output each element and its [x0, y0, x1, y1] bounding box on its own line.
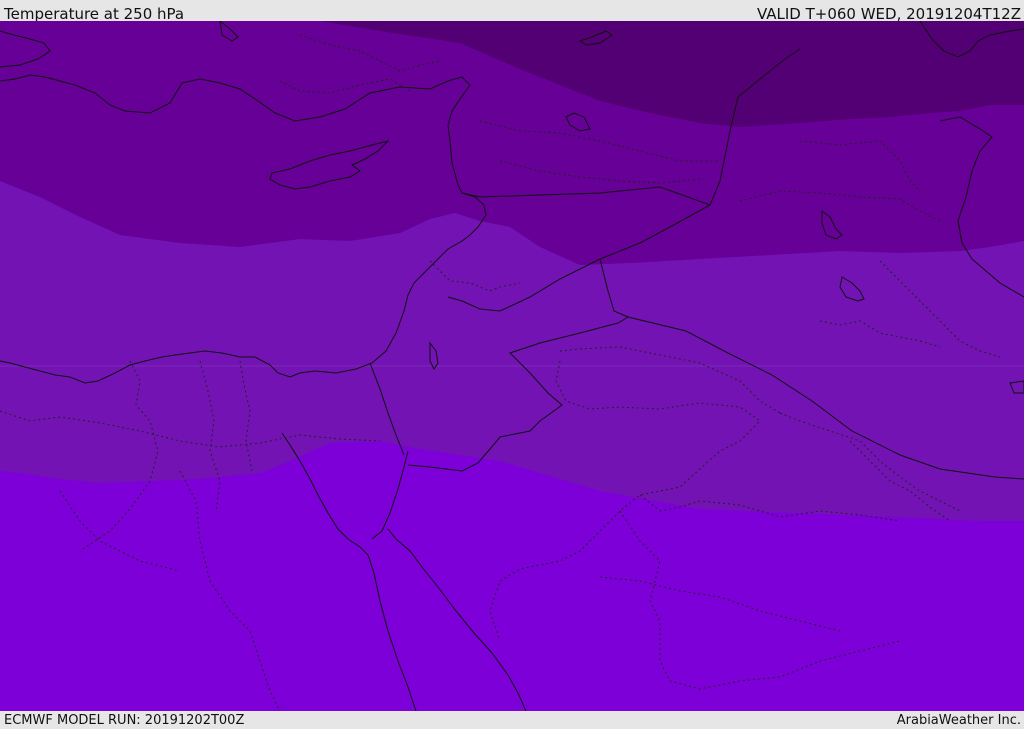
credit-label: ArabiaWeather Inc.	[896, 713, 1021, 728]
footer-bar: ECMWF MODEL RUN: 20191202T00Z ArabiaWeat…	[0, 711, 1024, 729]
header-bar: Temperature at 250 hPa VALID T+060 WED, …	[0, 0, 1024, 23]
map-canvas	[0, 21, 1024, 711]
weather-map[interactable]	[0, 21, 1024, 711]
model-run: ECMWF MODEL RUN: 20191202T00Z	[4, 713, 245, 728]
